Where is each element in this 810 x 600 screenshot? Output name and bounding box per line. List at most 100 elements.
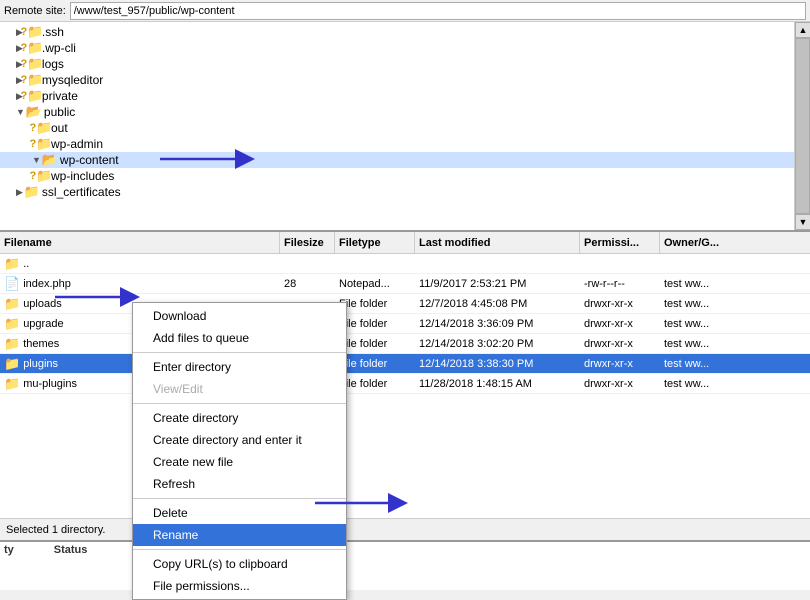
- file-cell-last_modified: 11/28/2018 1:48:15 AM: [415, 378, 580, 390]
- folder-icon: 📁: [4, 376, 20, 392]
- file-list-header: FilenameFilesizeFiletypeLast modifiedPer…: [0, 232, 810, 254]
- file-row-plugins[interactable]: 📁pluginsFile folder12/14/2018 3:38:30 PM…: [0, 354, 810, 374]
- file-cell-filetype: Notepad...: [335, 278, 415, 290]
- file-row-mu-plugins[interactable]: 📁mu-pluginsFile folder11/28/2018 1:48:15…: [0, 374, 810, 394]
- folder-icon: 📁: [4, 356, 20, 372]
- file-row-uploads[interactable]: 📁uploadsFile folder12/7/2018 4:45:08 PMd…: [0, 294, 810, 314]
- file-cell-last_modified: 11/9/2017 2:53:21 PM: [415, 278, 580, 290]
- tree-item-logs[interactable]: ▶?📁logs: [0, 56, 810, 72]
- file-cell-permissions: drwxr-xr-x: [580, 358, 660, 370]
- tree-item-label: mysqleditor: [42, 73, 103, 87]
- expand-icon[interactable]: ▶: [16, 187, 23, 198]
- folder-icon: 📂: [26, 105, 42, 119]
- file-cell-owner: test ww...: [660, 378, 740, 390]
- file-row-themes[interactable]: 📁themesFile folder12/14/2018 3:02:20 PMd…: [0, 334, 810, 354]
- tree-inner: ▶?📁.ssh▶?📁.wp-cli▶?📁logs▶?📁mysqleditor▶?…: [0, 22, 810, 230]
- file-cell-last_modified: 12/14/2018 3:02:20 PM: [415, 338, 580, 350]
- tree-item-out[interactable]: ?📁out: [0, 120, 810, 136]
- tree-scrollbar[interactable]: ▲ ▼: [794, 22, 810, 230]
- file-cell-filetype: File folder: [335, 338, 415, 350]
- file-row-up[interactable]: 📁..: [0, 254, 810, 274]
- tree-item-public[interactable]: ▼📂public: [0, 104, 810, 120]
- main-container: ▶?📁.ssh▶?📁.wp-cli▶?📁logs▶?📁mysqleditor▶?…: [0, 22, 810, 590]
- header-col-permissions[interactable]: Permissi...: [580, 232, 660, 253]
- context-menu-item-download[interactable]: Download: [133, 305, 346, 327]
- file-list-pane: FilenameFilesizeFiletypeLast modifiedPer…: [0, 232, 810, 518]
- folder-icon: 📁: [4, 296, 20, 312]
- context-menu-separator: [133, 352, 346, 353]
- scroll-up-arrow[interactable]: ▲: [795, 22, 810, 38]
- expand-icon[interactable]: ▼: [16, 107, 25, 117]
- context-menu-separator: [133, 549, 346, 550]
- php-icon: 📄: [4, 276, 20, 292]
- context-menu-item-refresh[interactable]: Refresh: [133, 473, 346, 495]
- header-col-filesize[interactable]: Filesize: [280, 232, 335, 253]
- folder-icon: 📁: [4, 336, 20, 352]
- file-cell-filesize: 28: [280, 278, 335, 290]
- folder-icon: ?📁: [24, 89, 40, 103]
- file-cell-permissions: drwxr-xr-x: [580, 298, 660, 310]
- folder-icon: ?📁: [33, 169, 49, 183]
- tree-item-label: out: [51, 121, 68, 135]
- file-cell-filename: 📄index.php: [0, 276, 280, 292]
- remote-site-label: Remote site:: [4, 5, 66, 17]
- context-menu-item-create-dir-enter[interactable]: Create directory and enter it: [133, 429, 346, 451]
- log-col2: Status: [54, 544, 88, 556]
- context-menu-item-file-permissions[interactable]: File permissions...: [133, 575, 346, 597]
- file-name-label: plugins: [23, 358, 58, 370]
- tree-item-label: .wp-cli: [42, 41, 76, 55]
- folder-icon: ?📁: [24, 73, 40, 87]
- tree-item-private[interactable]: ▶?📁private: [0, 88, 810, 104]
- file-cell-owner: test ww...: [660, 278, 740, 290]
- file-cell-owner: test ww...: [660, 358, 740, 370]
- file-row-index.php[interactable]: 📄index.php28Notepad...11/9/2017 2:53:21 …: [0, 274, 810, 294]
- file-row-upgrade[interactable]: 📁upgradeFile folder12/14/2018 3:36:09 PM…: [0, 314, 810, 334]
- tree-item-ssl-certificates[interactable]: ▶📁ssl_certificates: [0, 184, 810, 200]
- context-menu-item-create-directory[interactable]: Create directory: [133, 407, 346, 429]
- context-menu-item-rename[interactable]: Rename: [133, 524, 346, 546]
- tree-item-mysqleditor[interactable]: ▶?📁mysqleditor: [0, 72, 810, 88]
- file-name-label: themes: [23, 338, 59, 350]
- file-cell-owner: test ww...: [660, 318, 740, 330]
- file-cell-permissions: drwxr-xr-x: [580, 318, 660, 330]
- tree-item-wp-cli[interactable]: ▶?📁.wp-cli: [0, 40, 810, 56]
- folder-icon: ?📁: [33, 137, 49, 151]
- header-col-filetype[interactable]: Filetype: [335, 232, 415, 253]
- tree-item-ssh[interactable]: ▶?📁.ssh: [0, 24, 810, 40]
- file-cell-last_modified: 12/14/2018 3:36:09 PM: [415, 318, 580, 330]
- header-col-filename[interactable]: Filename: [0, 232, 280, 253]
- file-rows: 📁.. 📄index.php28Notepad...11/9/2017 2:53:…: [0, 254, 810, 394]
- file-cell-owner: test ww...: [660, 298, 740, 310]
- expand-icon[interactable]: ▼: [32, 155, 41, 165]
- tree-item-label: .ssh: [42, 25, 64, 39]
- tree-item-wp-content[interactable]: ▼📂wp-content: [0, 152, 810, 168]
- tree-item-label: wp-content: [60, 153, 119, 167]
- header-col-last_modified[interactable]: Last modified: [415, 232, 580, 253]
- tree-item-label: private: [42, 89, 78, 103]
- context-menu-item-copy-urls[interactable]: Copy URL(s) to clipboard: [133, 553, 346, 575]
- file-cell-last_modified: 12/7/2018 4:45:08 PM: [415, 298, 580, 310]
- remote-site-path-input[interactable]: [70, 2, 806, 20]
- file-cell-permissions: drwxr-xr-x: [580, 378, 660, 390]
- context-menu-item-delete[interactable]: Delete: [133, 502, 346, 524]
- tree-item-label: wp-includes: [51, 169, 114, 183]
- tree-pane: ▶?📁.ssh▶?📁.wp-cli▶?📁logs▶?📁mysqleditor▶?…: [0, 22, 810, 232]
- tree-item-wp-admin[interactable]: ?📁wp-admin: [0, 136, 810, 152]
- file-cell-permissions: -rw-r--r--: [580, 278, 660, 290]
- header-col-owner[interactable]: Owner/G...: [660, 232, 810, 253]
- tree-item-label: wp-admin: [51, 137, 103, 151]
- scroll-thumb[interactable]: [795, 38, 810, 214]
- context-menu-item-add-to-queue[interactable]: Add files to queue: [133, 327, 346, 349]
- remote-site-bar: Remote site:: [0, 0, 810, 22]
- file-cell-filename: 📁..: [0, 256, 280, 272]
- tree-item-wp-includes[interactable]: ?📁wp-includes: [0, 168, 810, 184]
- context-menu-item-create-new-file[interactable]: Create new file: [133, 451, 346, 473]
- context-menu-item-enter-directory[interactable]: Enter directory: [133, 356, 346, 378]
- context-menu-separator: [133, 403, 346, 404]
- up-icon: 📁: [4, 256, 20, 272]
- folder-icon: ?📁: [24, 41, 40, 55]
- folder-icon: 📁: [4, 316, 20, 332]
- tree-item-label: public: [44, 105, 75, 119]
- scroll-down-arrow[interactable]: ▼: [795, 214, 810, 230]
- status-text: Selected 1 directory.: [6, 524, 105, 536]
